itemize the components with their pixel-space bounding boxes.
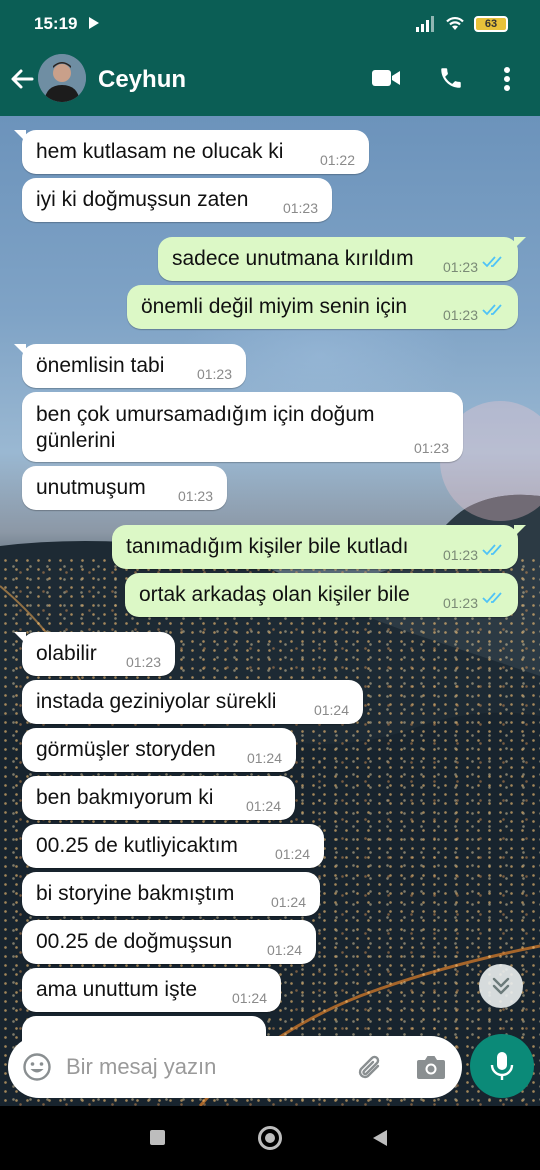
message-time: 01:22 xyxy=(319,152,355,168)
message-text: tanımadığım kişiler bile kutladı xyxy=(126,535,409,558)
message-time: 01:23 xyxy=(442,307,478,323)
paperclip-icon[interactable] xyxy=(354,1052,386,1089)
read-ticks-icon xyxy=(482,539,506,563)
message-time: 01:23 xyxy=(413,440,449,456)
outgoing-message[interactable]: sadece unutmana kırıldım 01:23 xyxy=(158,237,526,281)
message-text: ben çok umursamadığım için doğum günleri… xyxy=(36,403,375,452)
system-nav-bar xyxy=(0,1106,540,1170)
back-button[interactable] xyxy=(372,1129,388,1152)
message-text: hem kutlasam ne olucak ki xyxy=(36,140,284,163)
message-text: önemli değil miyim senin için xyxy=(141,295,408,318)
message-time: 01:24 xyxy=(246,750,282,766)
double-chevron-down-icon xyxy=(492,977,510,995)
scroll-to-bottom-button[interactable] xyxy=(479,964,523,1008)
message-text: 00.25 de doğmuşsun xyxy=(36,930,233,953)
message-time: 01:23 xyxy=(282,200,318,216)
message-time: 01:23 xyxy=(442,547,478,563)
incoming-message[interactable]: önemlisin tabi 01:23 xyxy=(14,344,246,388)
message-time: 01:24 xyxy=(266,942,302,958)
signal-icon xyxy=(416,16,436,37)
incoming-message[interactable]: instada geziniyolar sürekli 01:24 xyxy=(22,680,363,724)
message-time: 01:23 xyxy=(125,654,161,670)
message-time: 01:23 xyxy=(177,488,213,504)
message-time: 01:23 xyxy=(442,595,478,611)
read-ticks-icon xyxy=(482,587,506,611)
outgoing-message[interactable]: tanımadığım kişiler bile kutladı 01:23 xyxy=(112,525,526,569)
incoming-message[interactable]: bi storyine bakmıştım 01:24 xyxy=(22,872,320,916)
incoming-message[interactable]: 00.25 de kutliyicaktım 01:24 xyxy=(22,824,324,868)
microphone-icon xyxy=(490,1052,514,1080)
message-text: ortak arkadaş olan kişiler bile xyxy=(139,583,410,606)
message-text: sadece unutmana kırıldım xyxy=(172,247,414,270)
emoji-icon[interactable] xyxy=(22,1052,52,1087)
message-text: ama unuttum işte xyxy=(36,978,198,1001)
incoming-message[interactable]: unutmuşum 01:23 xyxy=(22,466,227,510)
message-text: iyi ki doğmuşsun zaten xyxy=(36,188,249,211)
message-text: 00.25 de kutliyicaktım xyxy=(36,834,238,857)
wifi-icon xyxy=(444,14,466,37)
read-ticks-icon xyxy=(482,251,506,275)
message-text: olabilir xyxy=(36,642,97,665)
message-time: 01:23 xyxy=(196,366,232,382)
message-time: 01:24 xyxy=(274,846,310,862)
incoming-message[interactable]: ben bakmıyorum ki 01:24 xyxy=(22,776,295,820)
mic-button[interactable] xyxy=(470,1034,534,1098)
recents-button[interactable] xyxy=(150,1130,165,1145)
outgoing-message[interactable]: ortak arkadaş olan kişiler bile 01:23 xyxy=(125,573,518,617)
message-time: 01:24 xyxy=(270,894,306,910)
home-button[interactable] xyxy=(258,1126,282,1150)
battery-indicator: 63 xyxy=(474,16,508,32)
incoming-message[interactable]: görmüşler storyden 01:24 xyxy=(22,728,296,772)
incoming-message[interactable]: hem kutlasam ne olucak ki 01:22 xyxy=(14,130,369,174)
message-text: görmüşler storyden xyxy=(36,738,216,761)
read-ticks-icon xyxy=(482,299,506,323)
avatar[interactable] xyxy=(38,54,86,102)
play-icon xyxy=(88,16,100,35)
message-text: önemlisin tabi xyxy=(36,354,165,377)
incoming-message[interactable]: ben çok umursamadığım için doğum günleri… xyxy=(22,392,463,462)
message-time: 01:24 xyxy=(231,990,267,1006)
status-bar: 15:19 63 xyxy=(0,0,540,48)
incoming-message[interactable]: 00.25 de doğmuşsun 01:24 xyxy=(22,920,316,964)
voice-call-icon[interactable] xyxy=(438,65,464,96)
chat-area[interactable]: hem kutlasam ne olucak ki 01:22 iyi ki d… xyxy=(0,116,540,1106)
incoming-message[interactable]: ama unuttum işte 01:24 xyxy=(22,968,281,1012)
chat-header: Ceyhun xyxy=(0,48,540,116)
incoming-message[interactable]: olabilir 01:23 xyxy=(14,632,175,676)
video-call-icon[interactable] xyxy=(372,68,400,93)
back-arrow-icon[interactable] xyxy=(10,68,34,95)
message-time: 01:24 xyxy=(245,798,281,814)
camera-icon[interactable] xyxy=(416,1054,446,1085)
message-text: ben bakmıyorum ki xyxy=(36,786,214,809)
message-text: unutmuşum xyxy=(36,476,146,499)
message-time: 01:23 xyxy=(442,259,478,275)
message-text: instada geziniyolar sürekli xyxy=(36,690,277,713)
contact-name[interactable]: Ceyhun xyxy=(98,66,186,94)
message-composer xyxy=(8,1036,462,1098)
message-input[interactable] xyxy=(66,1036,336,1098)
incoming-message[interactable]: iyi ki doğmuşsun zaten 01:23 xyxy=(22,178,332,222)
more-options-icon[interactable] xyxy=(503,66,511,97)
message-text: bi storyine bakmıştım xyxy=(36,882,235,905)
message-time: 01:24 xyxy=(313,702,349,718)
status-time: 15:19 xyxy=(34,14,78,33)
outgoing-message[interactable]: önemli değil miyim senin için 01:23 xyxy=(127,285,518,329)
